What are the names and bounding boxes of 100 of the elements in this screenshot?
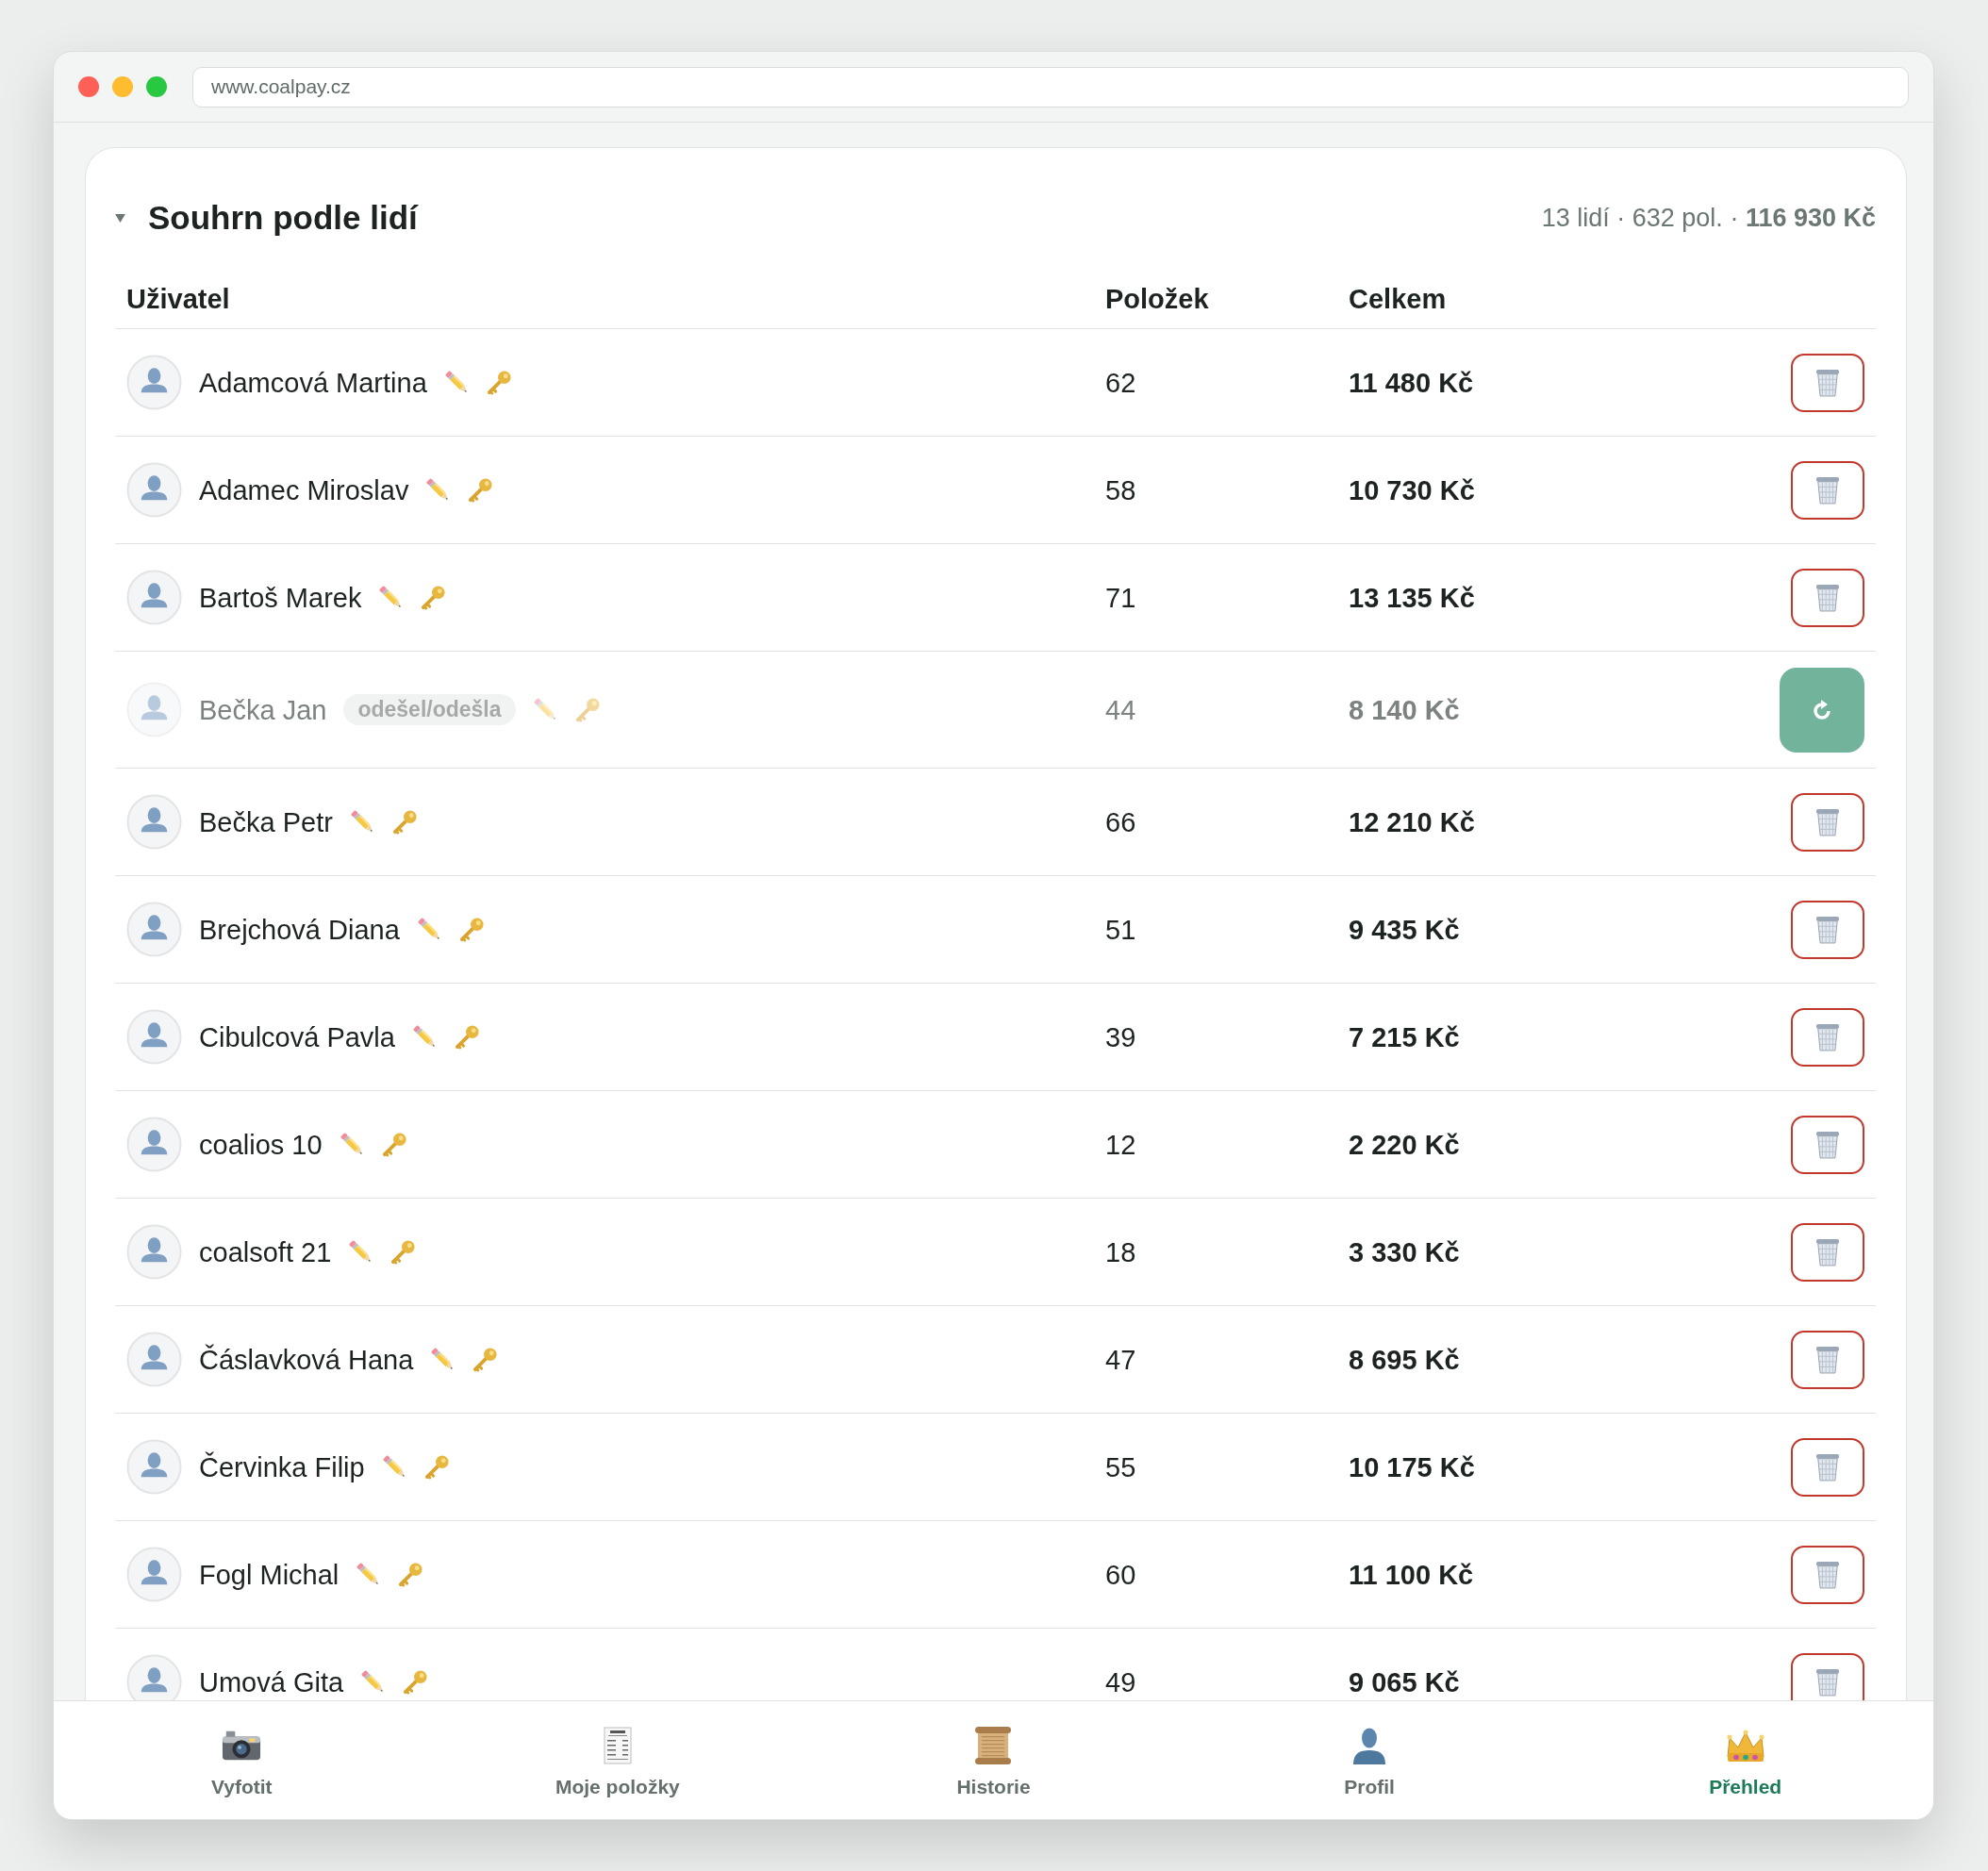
- user-name: Adamec Miroslav: [199, 473, 409, 507]
- key-icon[interactable]: [423, 1454, 450, 1480]
- user-name: Čáslavková Hana: [199, 1343, 414, 1377]
- avatar-icon: [126, 1117, 182, 1172]
- item-count: 55: [1104, 1450, 1136, 1484]
- summary-stats: 13 lidí · 632 pol. · 116 930 Kč: [1541, 203, 1876, 234]
- trash-icon: [1815, 1345, 1840, 1374]
- item-count: 62: [1104, 366, 1136, 400]
- avatar-icon: [126, 682, 182, 737]
- delete-button[interactable]: [1791, 1007, 1864, 1067]
- total-amount: 10 175 Kč: [1348, 1450, 1475, 1484]
- nav-tab[interactable]: Přehled: [1632, 1701, 1859, 1819]
- key-icon[interactable]: [458, 917, 485, 942]
- key-icon[interactable]: [391, 809, 418, 835]
- delete-button[interactable]: [1791, 900, 1864, 959]
- column-header: Celkem: [1348, 283, 1448, 316]
- restore-button[interactable]: [1780, 667, 1864, 753]
- total-amount: 8 695 Kč: [1348, 1343, 1460, 1377]
- item-count: 71: [1104, 581, 1136, 615]
- total-amount: 11 100 Kč: [1348, 1558, 1474, 1592]
- total-amount: 9 435 Kč: [1348, 913, 1460, 947]
- item-count: 60: [1104, 1558, 1136, 1592]
- delete-button[interactable]: [1791, 1115, 1864, 1174]
- key-icon[interactable]: [421, 585, 447, 610]
- item-count: 44: [1104, 693, 1136, 727]
- total-amount: 2 220 Kč: [1348, 1128, 1460, 1162]
- key-icon[interactable]: [390, 1239, 417, 1265]
- trash-icon: [1815, 1237, 1840, 1267]
- avatar-icon: [126, 1547, 182, 1602]
- avatar-icon: [126, 570, 182, 625]
- user-name: Cibulcová Pavla: [199, 1020, 395, 1054]
- key-icon[interactable]: [468, 477, 494, 503]
- delete-button[interactable]: [1791, 792, 1864, 852]
- avatar-icon: [126, 1009, 182, 1065]
- avatar-icon: [126, 355, 182, 410]
- column-header: Uživatel: [125, 283, 231, 316]
- item-count: 58: [1104, 473, 1136, 507]
- crown-icon: [1724, 1729, 1766, 1763]
- key-icon[interactable]: [398, 1562, 424, 1587]
- avatar-icon: [126, 902, 182, 957]
- key-icon[interactable]: [454, 1024, 480, 1050]
- pencil-icon[interactable]: [443, 370, 470, 395]
- nav-tab[interactable]: Vyfotit: [128, 1701, 356, 1819]
- key-icon[interactable]: [381, 1132, 407, 1157]
- total-amount: 3 330 Kč: [1348, 1235, 1460, 1269]
- total-amount: 10 730 Kč: [1348, 473, 1475, 507]
- total-amount: 11 480 Kč: [1348, 366, 1474, 400]
- user-name: coalios 10: [199, 1128, 323, 1162]
- total-amount: 7 215 Kč: [1348, 1020, 1460, 1054]
- delete-button[interactable]: [1791, 1652, 1864, 1700]
- user-name: coalsoft 21: [199, 1235, 332, 1269]
- total-amount: 12 210 Kč: [1348, 805, 1475, 839]
- key-icon[interactable]: [403, 1669, 429, 1695]
- window-close-button[interactable]: [78, 76, 99, 97]
- window-maximize-button[interactable]: [146, 76, 167, 97]
- nav-tab[interactable]: Profil: [1256, 1701, 1483, 1819]
- delete-button[interactable]: [1791, 353, 1864, 412]
- item-count: 47: [1104, 1343, 1136, 1377]
- item-count: 51: [1104, 913, 1136, 947]
- url-field[interactable]: www.coalpay.cz: [192, 66, 1909, 108]
- item-count: 18: [1104, 1235, 1136, 1269]
- delete-button[interactable]: [1791, 1222, 1864, 1282]
- user-name: Umová Gita: [199, 1665, 344, 1699]
- key-icon[interactable]: [472, 1347, 499, 1372]
- nav-tab[interactable]: Moje položky: [504, 1701, 731, 1819]
- avatar-icon: [126, 794, 182, 850]
- avatar-icon: [126, 462, 182, 518]
- caret-icon[interactable]: [115, 213, 125, 223]
- delete-button[interactable]: [1791, 1545, 1864, 1604]
- section-title: Souhrn podle lidí: [148, 198, 420, 238]
- user-name: Bečka Jan: [199, 693, 327, 727]
- delete-button[interactable]: [1791, 568, 1864, 627]
- nav-tab[interactable]: Historie: [880, 1701, 1107, 1819]
- user-name: Bartoš Marek: [199, 581, 362, 615]
- user-name: Červinka Filip: [199, 1450, 365, 1484]
- avatar-icon: [126, 1224, 182, 1280]
- key-icon[interactable]: [574, 697, 601, 722]
- user-name: Adamcová Martina: [199, 366, 427, 400]
- window-minimize-button[interactable]: [112, 76, 133, 97]
- trash-icon: [1815, 368, 1840, 397]
- trash-icon: [1815, 1560, 1840, 1589]
- delete-button[interactable]: [1791, 1437, 1864, 1497]
- delete-button[interactable]: [1791, 460, 1864, 520]
- user-name: Fogl Michal: [199, 1558, 340, 1592]
- pencil-icon[interactable]: [349, 809, 375, 835]
- trash-icon: [1815, 807, 1840, 836]
- pencil-icon[interactable]: [532, 697, 558, 722]
- trash-icon: [1815, 475, 1840, 505]
- status-badge: odešel/odešla: [343, 694, 516, 725]
- total-amount: 13 135 Kč: [1348, 581, 1475, 615]
- trash-icon: [1815, 1452, 1840, 1482]
- delete-button[interactable]: [1791, 1330, 1864, 1389]
- receipt-icon: [603, 1727, 632, 1764]
- item-count: 49: [1104, 1665, 1136, 1699]
- pencil-icon[interactable]: [339, 1132, 365, 1157]
- pencil-icon[interactable]: [381, 1454, 407, 1480]
- key-icon[interactable]: [486, 370, 512, 395]
- pencil-icon[interactable]: [411, 1024, 438, 1050]
- restore-icon: [1811, 698, 1833, 721]
- pencil-icon[interactable]: [416, 917, 442, 942]
